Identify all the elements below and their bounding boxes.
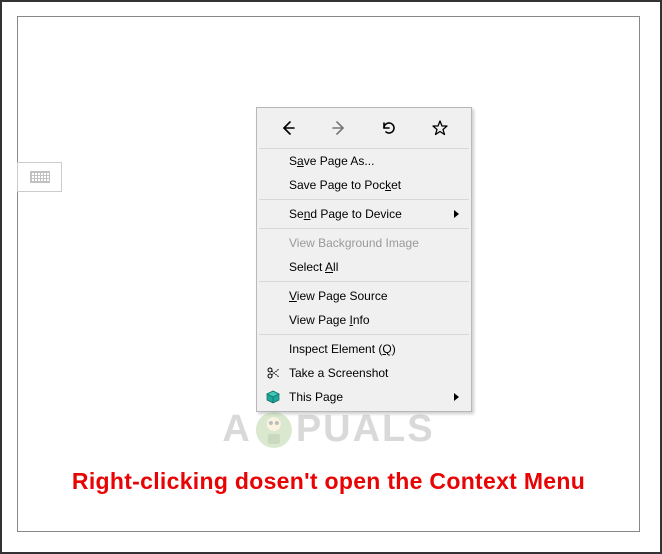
scissors-icon: [265, 365, 281, 381]
menu-item: View Background Image: [259, 231, 469, 255]
menu-item[interactable]: View Page Source: [259, 284, 469, 308]
context-menu-toolbar: [259, 110, 469, 149]
bookmark-button[interactable]: [422, 116, 458, 140]
watermark-logo-icon: [254, 410, 294, 450]
chevron-right-icon: [454, 393, 459, 401]
watermark-left: A: [222, 408, 251, 451]
caption-text: Right-clicking dosen't open the Context …: [72, 468, 585, 495]
menu-item[interactable]: Select All: [259, 255, 469, 279]
cube-icon: [265, 389, 281, 405]
menu-item[interactable]: Take a Screenshot: [259, 361, 469, 385]
star-icon: [431, 119, 449, 137]
arrow-right-icon: [330, 119, 348, 137]
context-menu: Save Page As...Save Page to Pocket Send P…: [256, 107, 472, 412]
menu-item[interactable]: This Page: [259, 385, 469, 409]
watermark-right: PUALS: [296, 408, 435, 451]
arrow-left-icon: [279, 119, 297, 137]
menu-separator: [259, 199, 469, 200]
onscreen-keyboard-tab[interactable]: [17, 162, 62, 192]
menu-separator: [259, 281, 469, 282]
reload-icon: [380, 119, 398, 137]
chevron-right-icon: [454, 210, 459, 218]
menu-item[interactable]: View Page Info: [259, 308, 469, 332]
forward-button[interactable]: [321, 116, 357, 140]
menu-item[interactable]: Save Page to Pocket: [259, 173, 469, 197]
back-button[interactable]: [270, 116, 306, 140]
menu-separator: [259, 334, 469, 335]
reload-button[interactable]: [371, 116, 407, 140]
keyboard-icon: [30, 171, 50, 183]
watermark: A PUALS: [222, 408, 434, 451]
menu-item[interactable]: Send Page to Device: [259, 202, 469, 226]
menu-item[interactable]: Save Page As...: [259, 149, 469, 173]
menu-item[interactable]: Inspect Element (Q): [259, 337, 469, 361]
menu-separator: [259, 228, 469, 229]
content-frame: Save Page As...Save Page to Pocket Send P…: [17, 16, 640, 532]
